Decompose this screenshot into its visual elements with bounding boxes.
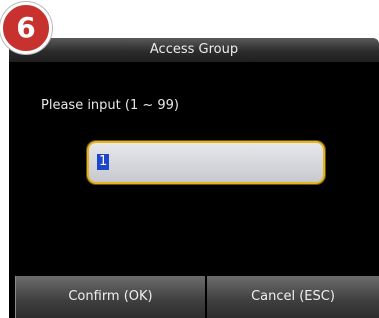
input-value-selected: 1: [97, 154, 110, 170]
window-title: Access Group: [9, 38, 379, 62]
confirm-button[interactable]: Confirm (OK): [15, 276, 205, 318]
step-number-badge: 6: [0, 2, 52, 54]
device-screen: Access Group Please input (1 ~ 99) 1 Con…: [9, 0, 379, 318]
cancel-button[interactable]: Cancel (ESC): [207, 276, 379, 318]
dialog-body: Please input (1 ~ 99) 1: [9, 62, 379, 274]
input-prompt-label: Please input (1 ~ 99): [41, 98, 180, 113]
button-bar: Confirm (OK) Cancel (ESC): [9, 274, 379, 318]
access-group-input[interactable]: 1: [87, 141, 325, 184]
